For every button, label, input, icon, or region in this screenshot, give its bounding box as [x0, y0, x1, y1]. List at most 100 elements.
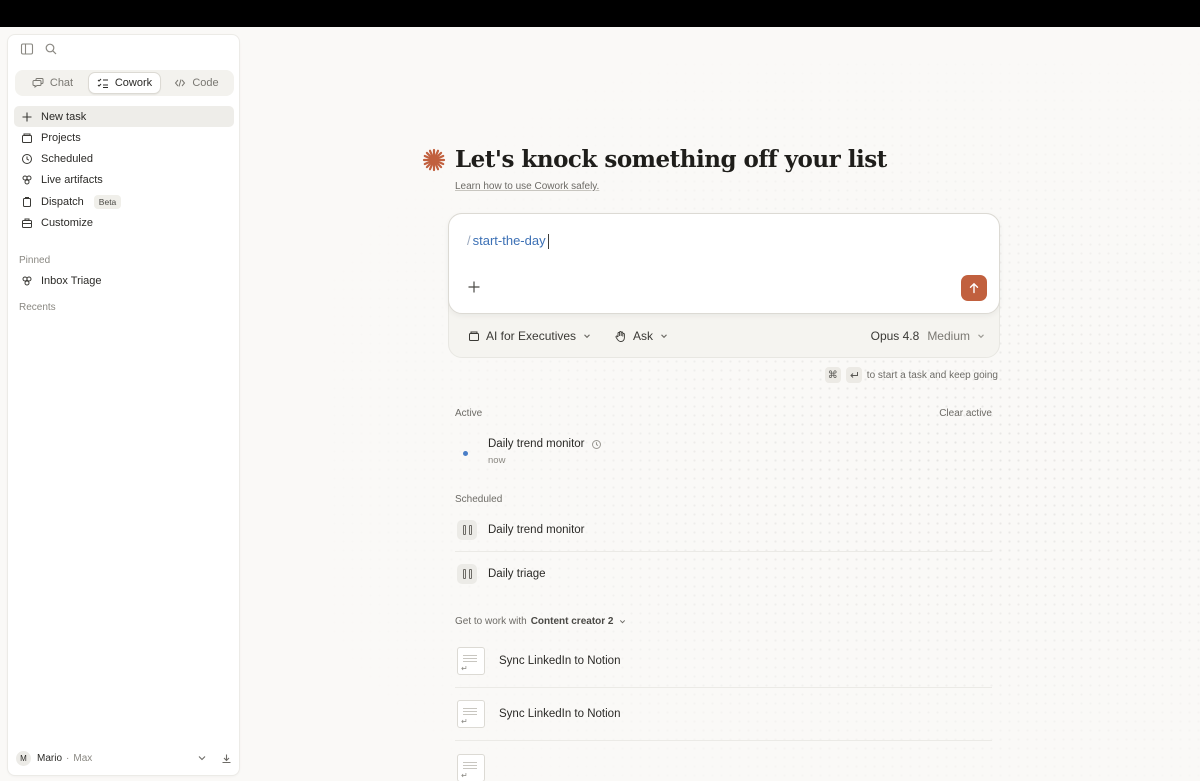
- model-name: Opus 4.8: [870, 329, 920, 343]
- active-task-title: Daily trend monitor: [488, 438, 585, 450]
- sparkle-logo-icon: [422, 148, 446, 171]
- sidebar-tools: [20, 42, 58, 56]
- hint-text: to start a task and keep going: [866, 369, 998, 381]
- keyboard-hint: ⌘ to start a task and keep going: [824, 367, 998, 383]
- sidebar-item-label: Inbox Triage: [41, 275, 102, 288]
- learn-cowork-link[interactable]: Learn how to use Cowork safely.: [455, 181, 599, 192]
- sidebar-item-label: Customize: [41, 216, 93, 229]
- chevron-down-icon: [584, 334, 590, 339]
- pinned-label: Pinned: [19, 254, 51, 266]
- sidebar-item-label: New task: [41, 110, 87, 123]
- project-name: AI for Executives: [486, 329, 577, 343]
- tab-chat-label: Chat: [49, 77, 74, 89]
- beta-badge: Beta: [93, 194, 122, 209]
- clear-active-button[interactable]: Clear active: [939, 408, 992, 419]
- scheduled-task-name: Daily triage: [488, 567, 546, 580]
- running-indicator: [463, 451, 468, 456]
- chevron-down-icon: [661, 334, 667, 339]
- sidebar-item-inbox-triage[interactable]: Inbox Triage: [14, 271, 234, 292]
- page-title: Let's knock something off your list: [455, 146, 887, 173]
- suggested-task-row[interactable]: Sync LinkedIn to Notion: [455, 635, 992, 688]
- pause-icon[interactable]: [457, 563, 477, 584]
- suggested-task-name: Sync LinkedIn to Notion: [499, 708, 621, 720]
- sidebar-item-live-artifacts[interactable]: Live artifacts: [14, 170, 234, 191]
- tab-code-label: Code: [192, 77, 219, 89]
- sidebar-item-customize[interactable]: Customize: [14, 212, 234, 233]
- chat-icon: [32, 78, 44, 88]
- scheduled-label: Scheduled: [455, 494, 503, 505]
- get-to-work-prefix: Get to work with: [455, 616, 527, 627]
- command-key-icon: ⌘: [824, 367, 841, 383]
- sidebar-toggle-icon[interactable]: [20, 42, 34, 56]
- slash-command: start-the-day: [472, 233, 546, 248]
- effort-level: Medium: [927, 329, 970, 343]
- active-task-title-row: Daily trend monitor: [488, 438, 602, 450]
- mode-switch: Chat Cowork Code: [15, 70, 234, 96]
- send-button[interactable]: [961, 275, 987, 301]
- sidebar-item-scheduled[interactable]: Scheduled: [14, 149, 234, 170]
- composer-input[interactable]: / start-the-day: [448, 213, 1000, 314]
- get-to-work-header: Get to work with Content creator 2: [455, 616, 992, 627]
- sidebar-item-label: Dispatch: [41, 195, 84, 208]
- sidebar-item-label: Scheduled: [41, 153, 93, 166]
- sidebar: Chat Cowork Code New task Projects Sched…: [7, 34, 240, 776]
- scheduled-task-name: Daily trend monitor: [488, 524, 585, 536]
- top-bar: [0, 0, 1200, 27]
- slash-prefix: /: [467, 233, 471, 248]
- hand-icon: [615, 330, 625, 342]
- active-header: Active Clear active: [455, 408, 992, 419]
- sidebar-nav: New task Projects Scheduled Live artifac…: [14, 106, 234, 313]
- tab-chat[interactable]: Chat: [17, 72, 88, 94]
- composer-controls: AI for Executives Ask Opus 4.8 Medium: [449, 325, 1001, 347]
- search-icon[interactable]: [44, 42, 58, 56]
- document-icon: [457, 700, 485, 728]
- project-selector[interactable]: AI for Executives: [468, 329, 592, 343]
- sidebar-item-label: Projects: [41, 131, 81, 144]
- recents-label: Recents: [19, 302, 56, 314]
- plus-icon: [22, 112, 32, 121]
- add-attachment-button[interactable]: [467, 278, 481, 298]
- mode-name: Ask: [633, 329, 654, 343]
- tab-code[interactable]: Code: [161, 72, 232, 94]
- clock-icon: [22, 154, 32, 165]
- suggested-task-name: Sync LinkedIn to Notion: [499, 655, 621, 667]
- model-selector[interactable]: Opus 4.8 Medium: [871, 329, 986, 343]
- scheduled-task-row[interactable]: Daily triage: [455, 552, 992, 595]
- suggested-task-row[interactable]: Sync LinkedIn to Notion: [455, 688, 992, 741]
- folder-icon: [22, 133, 32, 143]
- tab-cowork[interactable]: Cowork: [88, 72, 161, 94]
- active-task-item[interactable]: Daily trend monitor now: [455, 431, 992, 481]
- avatar: M: [16, 750, 31, 766]
- chevron-down-icon[interactable]: [197, 753, 207, 763]
- sidebar-item-label: Live artifacts: [41, 174, 103, 187]
- artifacts-icon: [22, 175, 32, 185]
- pause-icon[interactable]: [457, 520, 477, 540]
- sidebar-item-dispatch[interactable]: Dispatch Beta: [14, 191, 234, 212]
- arrow-up-icon: [969, 282, 979, 294]
- folder-icon: [469, 331, 479, 341]
- chevron-down-icon: [978, 334, 984, 339]
- text-caret: [547, 234, 549, 250]
- sidebar-item-projects[interactable]: Projects: [14, 127, 234, 148]
- active-label: Active: [455, 408, 483, 419]
- suggested-task-row-partial[interactable]: [455, 741, 992, 781]
- prompt-text[interactable]: / start-the-day: [467, 233, 549, 250]
- download-icon[interactable]: [221, 753, 232, 764]
- mode-selector[interactable]: Ask: [614, 329, 669, 343]
- plus-icon: [468, 281, 480, 293]
- account-footer[interactable]: M Mario · Max: [16, 749, 232, 767]
- sidebar-item-new-task[interactable]: New task: [14, 106, 234, 127]
- artifacts-icon: [22, 276, 32, 286]
- document-icon: [457, 753, 485, 781]
- return-key-icon: [845, 367, 862, 383]
- dispatch-icon: [23, 196, 31, 207]
- active-task-time: now: [488, 455, 506, 466]
- scheduled-task-row[interactable]: Daily trend monitor: [455, 509, 992, 552]
- checklist-icon: [97, 78, 108, 88]
- plan-separator: ·: [66, 752, 70, 764]
- agent-selector[interactable]: Content creator 2: [531, 616, 614, 627]
- code-icon: [175, 79, 186, 87]
- plan-name: Max: [73, 752, 93, 764]
- clock-icon: [591, 439, 601, 449]
- chevron-down-icon[interactable]: [618, 617, 627, 626]
